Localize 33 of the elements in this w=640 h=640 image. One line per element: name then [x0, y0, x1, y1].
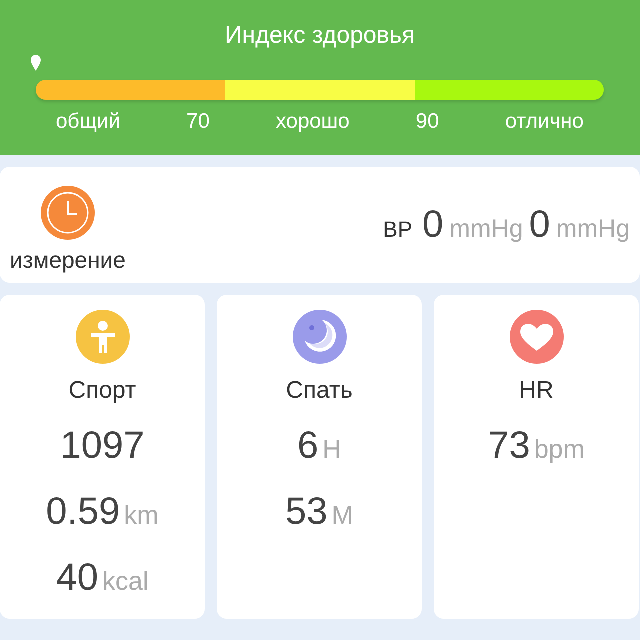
- bp-label: BP: [383, 216, 412, 242]
- bp-unit: mmHg: [556, 214, 630, 244]
- scale-label: отлично: [505, 110, 584, 134]
- stat-card[interactable]: Спорт 1097 0.59 km 40 kcal: [0, 295, 205, 619]
- scale-label: 90: [416, 110, 440, 134]
- card-title: HR: [519, 377, 554, 405]
- scale-label: хорошо: [276, 110, 350, 134]
- metric-unit: kcal: [102, 566, 149, 597]
- marker-icon: [30, 54, 42, 72]
- metric-unit: bpm: [534, 434, 585, 465]
- metric-value: 0.59: [46, 491, 120, 534]
- bp-value: 0: [422, 204, 444, 246]
- bp-value: 0: [529, 204, 550, 246]
- stat-card[interactable]: HR 73 bpm: [434, 295, 639, 619]
- metric-value: 1097: [60, 425, 145, 468]
- metric-unit: M: [332, 500, 354, 531]
- metric-value: 6: [298, 425, 319, 468]
- metric-value: 73: [488, 425, 530, 468]
- metric-value: 53: [286, 491, 328, 534]
- moon-icon: [292, 309, 348, 365]
- clock-icon[interactable]: [40, 184, 96, 240]
- stat-card[interactable]: Спать 6 H 53 M: [217, 295, 422, 619]
- header-title: Индекс здоровья: [224, 22, 416, 50]
- card-title: Спорт: [68, 377, 136, 405]
- scale-label: 70: [186, 110, 210, 134]
- bp-unit: mmHg: [450, 214, 524, 244]
- metric-value: 40: [56, 557, 99, 600]
- card-title: Спать: [286, 377, 353, 405]
- measure-label: измерение: [10, 246, 126, 274]
- person-icon: [74, 309, 130, 365]
- metric-unit: H: [322, 434, 342, 465]
- metric-unit: km: [124, 500, 159, 531]
- scale-label: общий: [56, 110, 120, 134]
